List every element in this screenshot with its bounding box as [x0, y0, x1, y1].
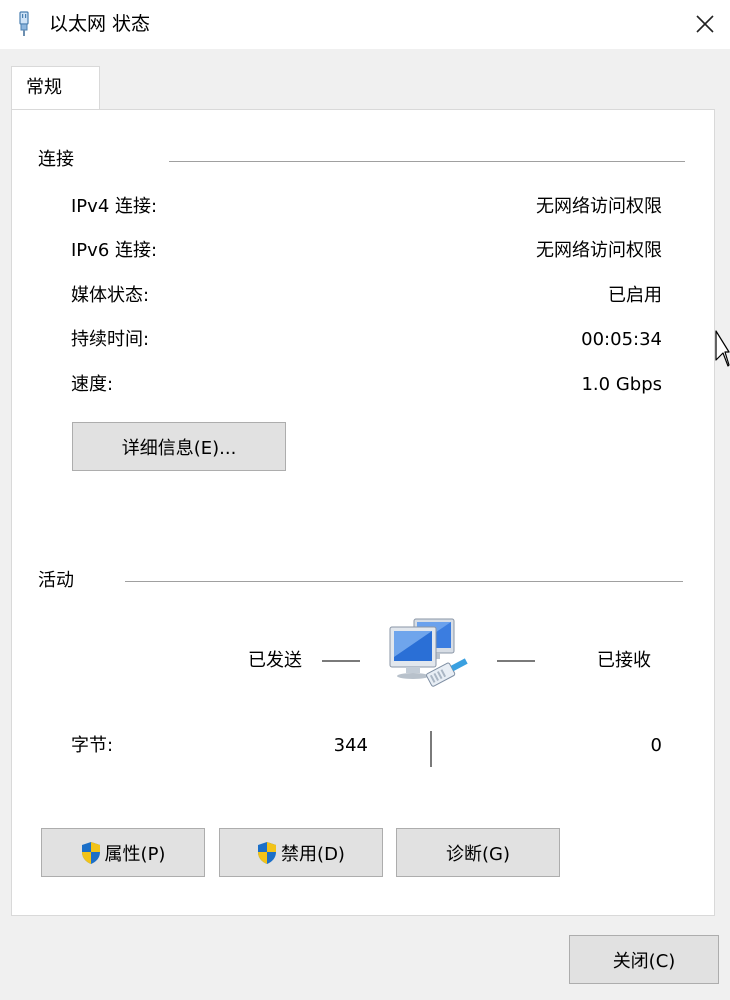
- bytes-label: 字节:: [71, 735, 114, 756]
- bytes-received-value: 0: [650, 735, 662, 756]
- details-button[interactable]: 详细信息(E)...: [72, 422, 286, 471]
- received-label: 已接收: [597, 650, 651, 671]
- media-state-label: 媒体状态:: [71, 285, 150, 306]
- diagnose-button-label: 诊断(G): [446, 843, 510, 865]
- ipv6-connectivity-value: 无网络访问权限: [536, 240, 662, 261]
- connection-group-header: 连接: [38, 149, 74, 170]
- ipv6-connectivity-label: IPv6 连接:: [71, 240, 158, 261]
- bytes-divider: [430, 731, 432, 767]
- duration-value: 00:05:34: [581, 329, 662, 350]
- ethernet-cable-icon: [17, 11, 31, 37]
- mouse-cursor-icon: [715, 330, 730, 374]
- properties-button-label: 属性(P): [104, 843, 166, 865]
- ipv4-connectivity-value: 无网络访问权限: [536, 196, 662, 217]
- close-window-button[interactable]: [688, 7, 722, 41]
- title-bar: 以太网 状态: [0, 0, 730, 49]
- speed-label: 速度:: [71, 374, 114, 395]
- bytes-sent-value: 344: [333, 735, 368, 756]
- diagnose-button[interactable]: 诊断(G): [396, 828, 560, 877]
- tab-general-label: 常规: [26, 77, 62, 98]
- disable-button-label: 禁用(D): [281, 843, 345, 865]
- close-button-label: 关闭(C): [612, 950, 676, 972]
- received-line: [497, 660, 535, 662]
- window-title: 以太网 状态: [49, 13, 151, 35]
- sent-line: [322, 660, 360, 662]
- speed-value: 1.0 Gbps: [581, 374, 662, 395]
- ipv4-connectivity-label: IPv4 连接:: [71, 196, 158, 217]
- activity-group-divider: [125, 581, 683, 582]
- uac-shield-icon: [81, 841, 101, 865]
- duration-label: 持续时间:: [71, 329, 150, 350]
- disable-button[interactable]: 禁用(D): [219, 828, 383, 877]
- media-state-value: 已启用: [608, 285, 662, 306]
- connection-group-divider: [169, 161, 685, 162]
- activity-group-header: 活动: [38, 570, 74, 591]
- uac-shield-icon: [257, 841, 277, 865]
- general-panel: 连接 IPv4 连接: 无网络访问权限 IPv6 连接: 无网络访问权限 媒体状…: [11, 109, 715, 916]
- properties-button[interactable]: 属性(P): [41, 828, 205, 877]
- network-computers-icon: [388, 615, 472, 701]
- close-icon: [696, 15, 714, 33]
- close-button[interactable]: 关闭(C): [569, 935, 719, 984]
- details-button-label: 详细信息(E)...: [121, 437, 237, 459]
- sent-label: 已发送: [248, 650, 302, 671]
- tab-general[interactable]: 常规: [11, 66, 100, 110]
